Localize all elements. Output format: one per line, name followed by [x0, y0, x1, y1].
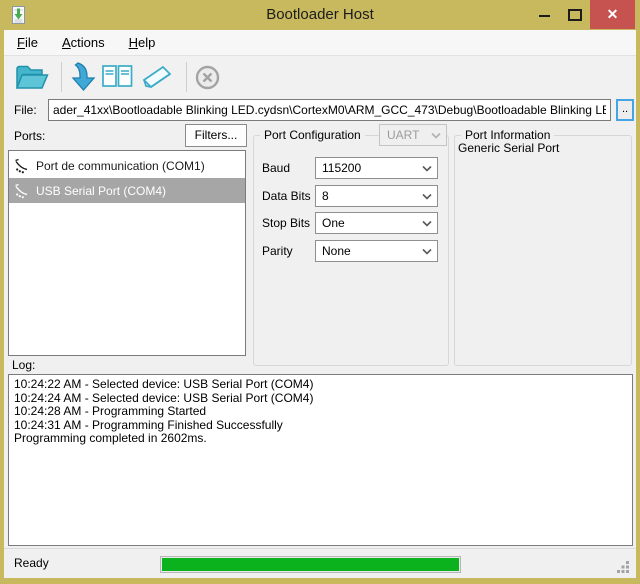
chevron-down-icon — [431, 132, 441, 140]
chevron-down-icon — [422, 220, 432, 228]
ports-label: Ports: — [14, 129, 45, 143]
port-item-label: USB Serial Port (COM4) — [36, 184, 166, 198]
data-bits-label: Data Bits — [262, 189, 311, 203]
program-button[interactable] — [69, 59, 97, 95]
chevron-down-icon — [422, 193, 432, 201]
minimize-button[interactable] — [529, 0, 559, 29]
documents-icon — [101, 63, 134, 91]
resize-grip-icon[interactable] — [617, 560, 630, 573]
close-button[interactable]: ✕ — [590, 0, 635, 29]
browse-button[interactable]: .. — [616, 99, 634, 121]
port-item-com1[interactable]: Port de communication (COM1) — [9, 153, 245, 178]
log-label: Log: — [12, 358, 35, 372]
parity-label: Parity — [262, 244, 293, 258]
toolbar-separator — [186, 62, 187, 92]
log-entry: Programming completed in 2602ms. — [14, 432, 627, 446]
maximize-button[interactable] — [559, 0, 590, 29]
progress-fill — [162, 558, 459, 571]
statusbar: Ready — [4, 548, 636, 578]
serial-port-icon — [14, 183, 29, 199]
status-text: Ready — [14, 556, 49, 570]
log-output[interactable]: 10:24:22 AM - Selected device: USB Seria… — [8, 374, 633, 546]
folder-open-icon — [14, 63, 50, 92]
toolbar — [4, 56, 636, 98]
data-bits-select[interactable]: 8 — [315, 185, 438, 207]
menubar: File Actions Help — [4, 30, 636, 56]
window-controls: ✕ — [529, 0, 635, 29]
menu-file[interactable]: File — [6, 30, 49, 55]
abort-circle-icon — [194, 64, 221, 91]
ports-list: Port de communication (COM1) USB Serial … — [8, 150, 246, 356]
parity-select[interactable]: None — [315, 240, 438, 262]
baud-label: Baud — [262, 161, 290, 175]
stop-bits-select[interactable]: One — [315, 212, 438, 234]
protocol-select: UART — [379, 124, 447, 146]
port-information-title: Port Information — [461, 128, 554, 142]
port-configuration-title: Port Configuration — [260, 128, 365, 142]
port-information-text: Generic Serial Port — [458, 141, 559, 155]
file-label: File: — [14, 103, 37, 117]
baud-select[interactable]: 115200 — [315, 157, 438, 179]
filters-button[interactable]: Filters... — [185, 124, 247, 147]
file-path-input[interactable] — [48, 99, 611, 121]
titlebar: Bootloader Host ✕ — [0, 0, 640, 30]
log-entry: 10:24:28 AM - Programming Started — [14, 405, 627, 419]
abort-button — [194, 59, 221, 95]
log-entry: 10:24:24 AM - Selected device: USB Seria… — [14, 392, 627, 406]
verify-button[interactable] — [101, 59, 134, 95]
menu-help[interactable]: Help — [118, 30, 167, 55]
toolbar-separator — [61, 62, 62, 92]
progress-bar — [160, 556, 461, 573]
log-entry: 10:24:31 AM - Programming Finished Succe… — [14, 419, 627, 433]
serial-port-icon — [14, 158, 29, 174]
eraser-icon — [138, 63, 175, 91]
download-arrow-icon — [69, 61, 97, 93]
maximize-icon — [568, 9, 582, 21]
erase-button[interactable] — [138, 59, 175, 95]
stop-bits-label: Stop Bits — [262, 216, 310, 230]
chevron-down-icon — [422, 165, 432, 173]
port-item-label: Port de communication (COM1) — [36, 159, 205, 173]
bootloader-host-window: Bootloader Host ✕ File Actions Help — [0, 0, 640, 584]
chevron-down-icon — [422, 248, 432, 256]
minimize-icon — [539, 15, 550, 17]
port-item-com4[interactable]: USB Serial Port (COM4) — [9, 178, 245, 203]
port-information-group — [454, 135, 632, 366]
open-file-button[interactable] — [14, 59, 50, 95]
menu-actions[interactable]: Actions — [51, 30, 116, 55]
log-entry: 10:24:22 AM - Selected device: USB Seria… — [14, 378, 627, 392]
close-icon: ✕ — [607, 6, 619, 23]
